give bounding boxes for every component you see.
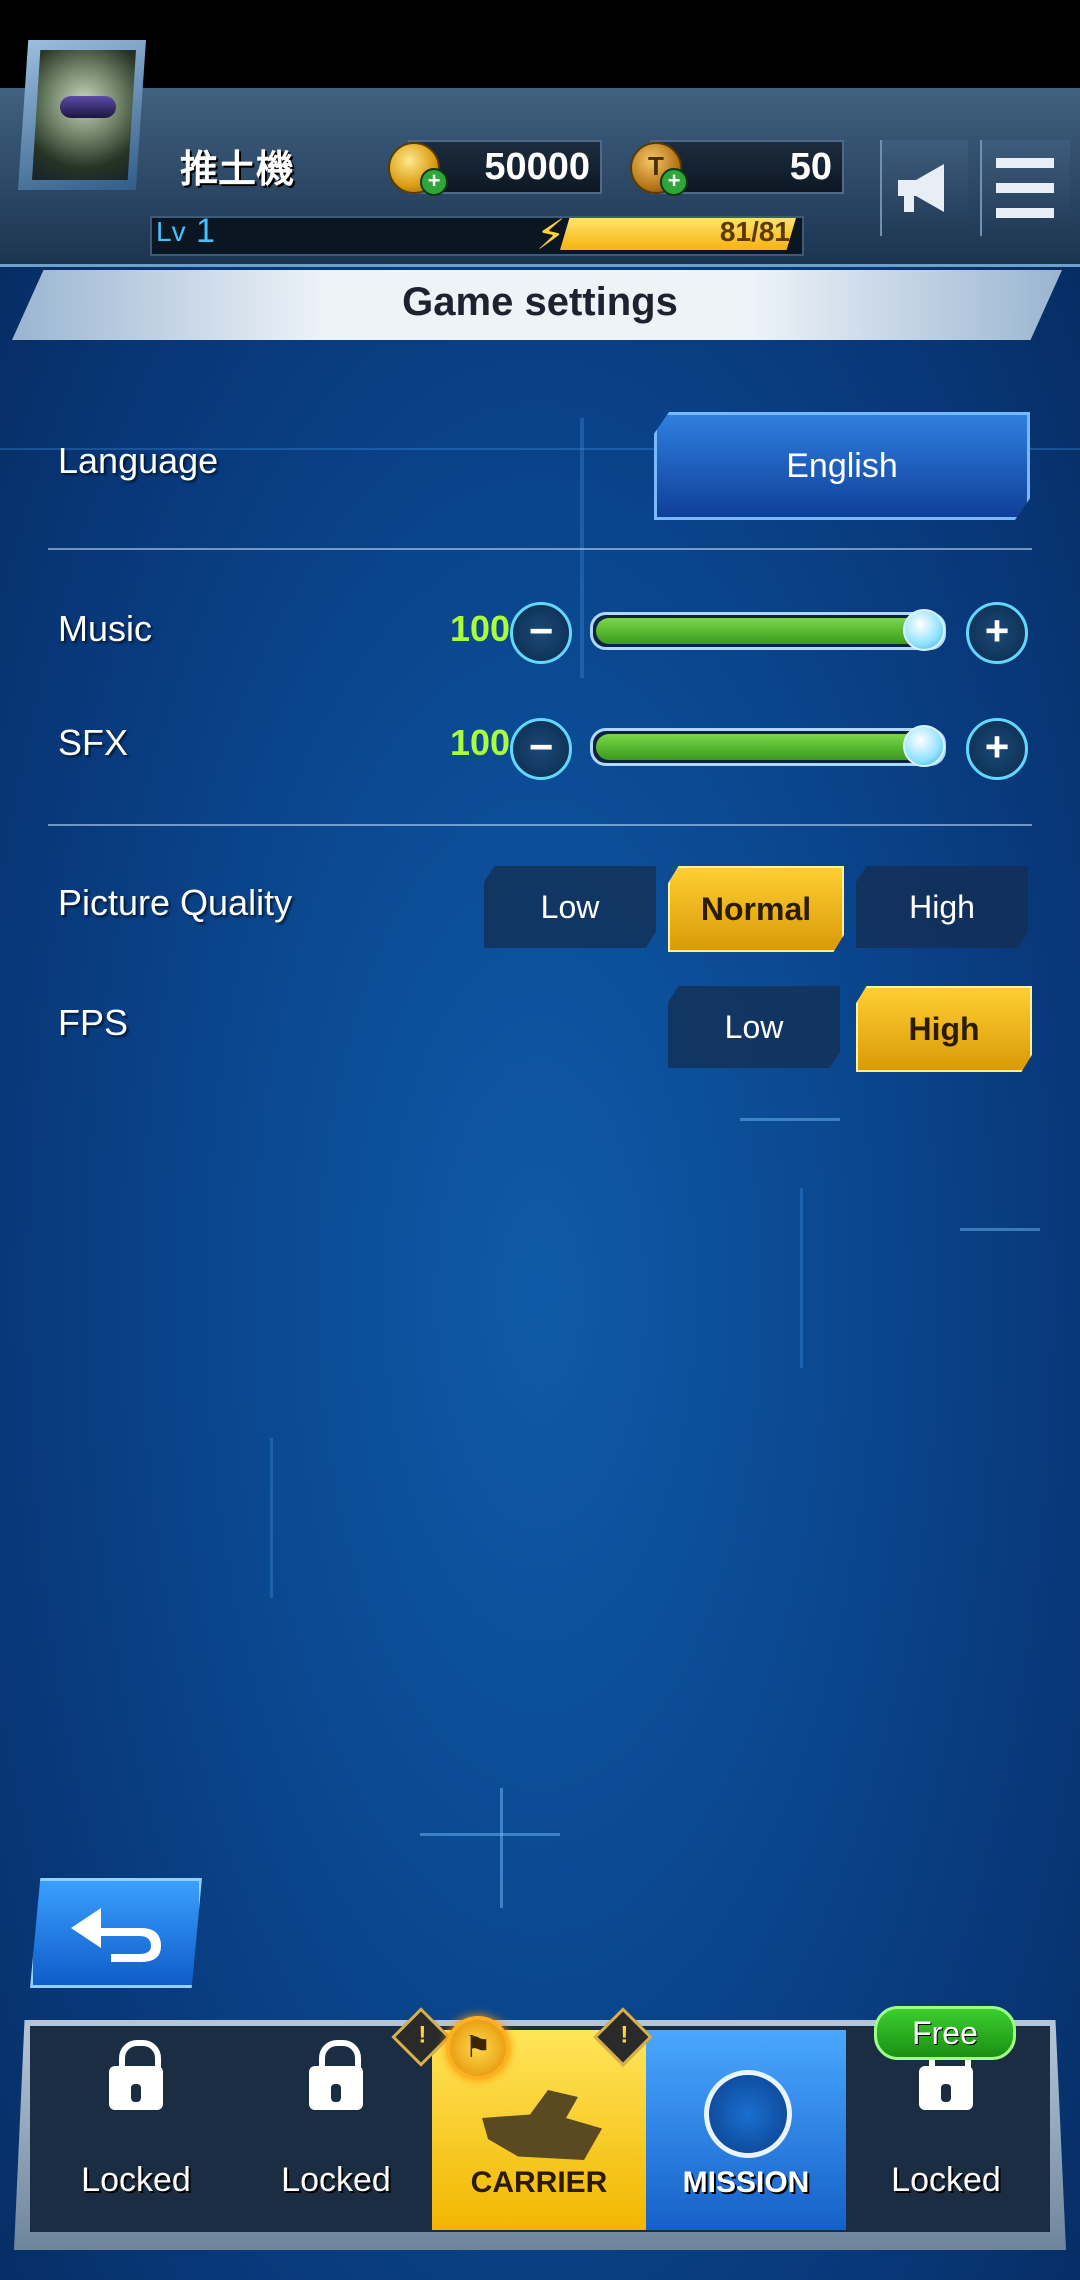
quality-option-normal[interactable]: Normal xyxy=(668,866,844,952)
flag-icon: ⚑ xyxy=(446,2016,510,2080)
music-label: Music xyxy=(58,608,153,649)
sfx-slider-handle[interactable] xyxy=(903,725,945,767)
level-label: Lv xyxy=(156,216,186,247)
picture-quality-label: Picture Quality xyxy=(58,882,293,923)
energy-value: 81/81 xyxy=(719,216,790,247)
carrier-ship-icon xyxy=(482,2090,602,2160)
quality-option-high[interactable]: High xyxy=(856,866,1028,948)
sfx-value: 100 xyxy=(450,722,511,763)
divider xyxy=(48,824,1032,826)
announcement-button[interactable] xyxy=(880,140,968,236)
nav-item-2[interactable]: Locked xyxy=(236,2030,436,2230)
sfx-slider-fill xyxy=(596,734,940,760)
nav-item-label: Locked xyxy=(81,2161,191,2199)
menu-button[interactable] xyxy=(980,140,1070,236)
sfx-label: SFX xyxy=(58,722,129,763)
nav-item-mission[interactable]: MISSION xyxy=(646,2030,846,2230)
gold-value: 50000 xyxy=(484,146,590,188)
free-badge[interactable]: Free xyxy=(874,2006,1016,2060)
add-ticket-button[interactable]: + xyxy=(660,168,688,196)
sfx-slider[interactable] xyxy=(590,725,946,767)
sfx-decrease-button[interactable]: − xyxy=(510,718,572,780)
lightning-icon[interactable]: ⚡ xyxy=(536,210,566,259)
nav-item-label: Locked xyxy=(891,2161,1001,2199)
sfx-increase-button[interactable]: + xyxy=(966,718,1028,780)
avatar[interactable] xyxy=(32,50,136,180)
nav-item-5[interactable]: Locked xyxy=(846,2030,1046,2230)
status-bar xyxy=(0,0,1080,88)
music-decrease-button[interactable]: − xyxy=(510,602,572,664)
fps-label: FPS xyxy=(58,1002,129,1043)
megaphone-icon xyxy=(898,164,944,212)
nav-item-label: CARRIER xyxy=(470,2166,608,2199)
page-title: Game settings xyxy=(402,280,678,324)
level-value: 1 xyxy=(196,212,215,250)
nav-item-1[interactable]: Locked xyxy=(36,2030,236,2230)
back-arrow-icon xyxy=(71,1908,161,1962)
music-slider-fill xyxy=(596,618,940,644)
music-slider[interactable] xyxy=(590,609,946,651)
radar-icon xyxy=(704,2070,792,2158)
divider xyxy=(48,548,1032,550)
language-button[interactable]: English xyxy=(654,412,1030,520)
quality-option-low[interactable]: Low xyxy=(484,866,656,948)
nav-item-label: MISSION xyxy=(682,2166,810,2199)
music-slider-handle[interactable] xyxy=(903,609,945,651)
lock-icon xyxy=(309,2040,363,2114)
nav-item-label: Locked xyxy=(281,2161,391,2199)
lock-icon xyxy=(109,2040,163,2114)
language-value: English xyxy=(786,446,898,485)
language-label: Language xyxy=(58,440,219,481)
lock-icon xyxy=(919,2040,973,2114)
player-name: 推土機 xyxy=(180,149,295,191)
back-button[interactable] xyxy=(30,1878,202,1988)
fps-option-high[interactable]: High xyxy=(856,986,1032,1072)
add-gold-button[interactable]: + xyxy=(420,168,448,196)
menu-icon xyxy=(996,158,1054,218)
ticket-value: 50 xyxy=(789,146,832,188)
music-increase-button[interactable]: + xyxy=(966,602,1028,664)
music-value: 100 xyxy=(450,608,511,649)
fps-option-low[interactable]: Low xyxy=(668,986,840,1068)
